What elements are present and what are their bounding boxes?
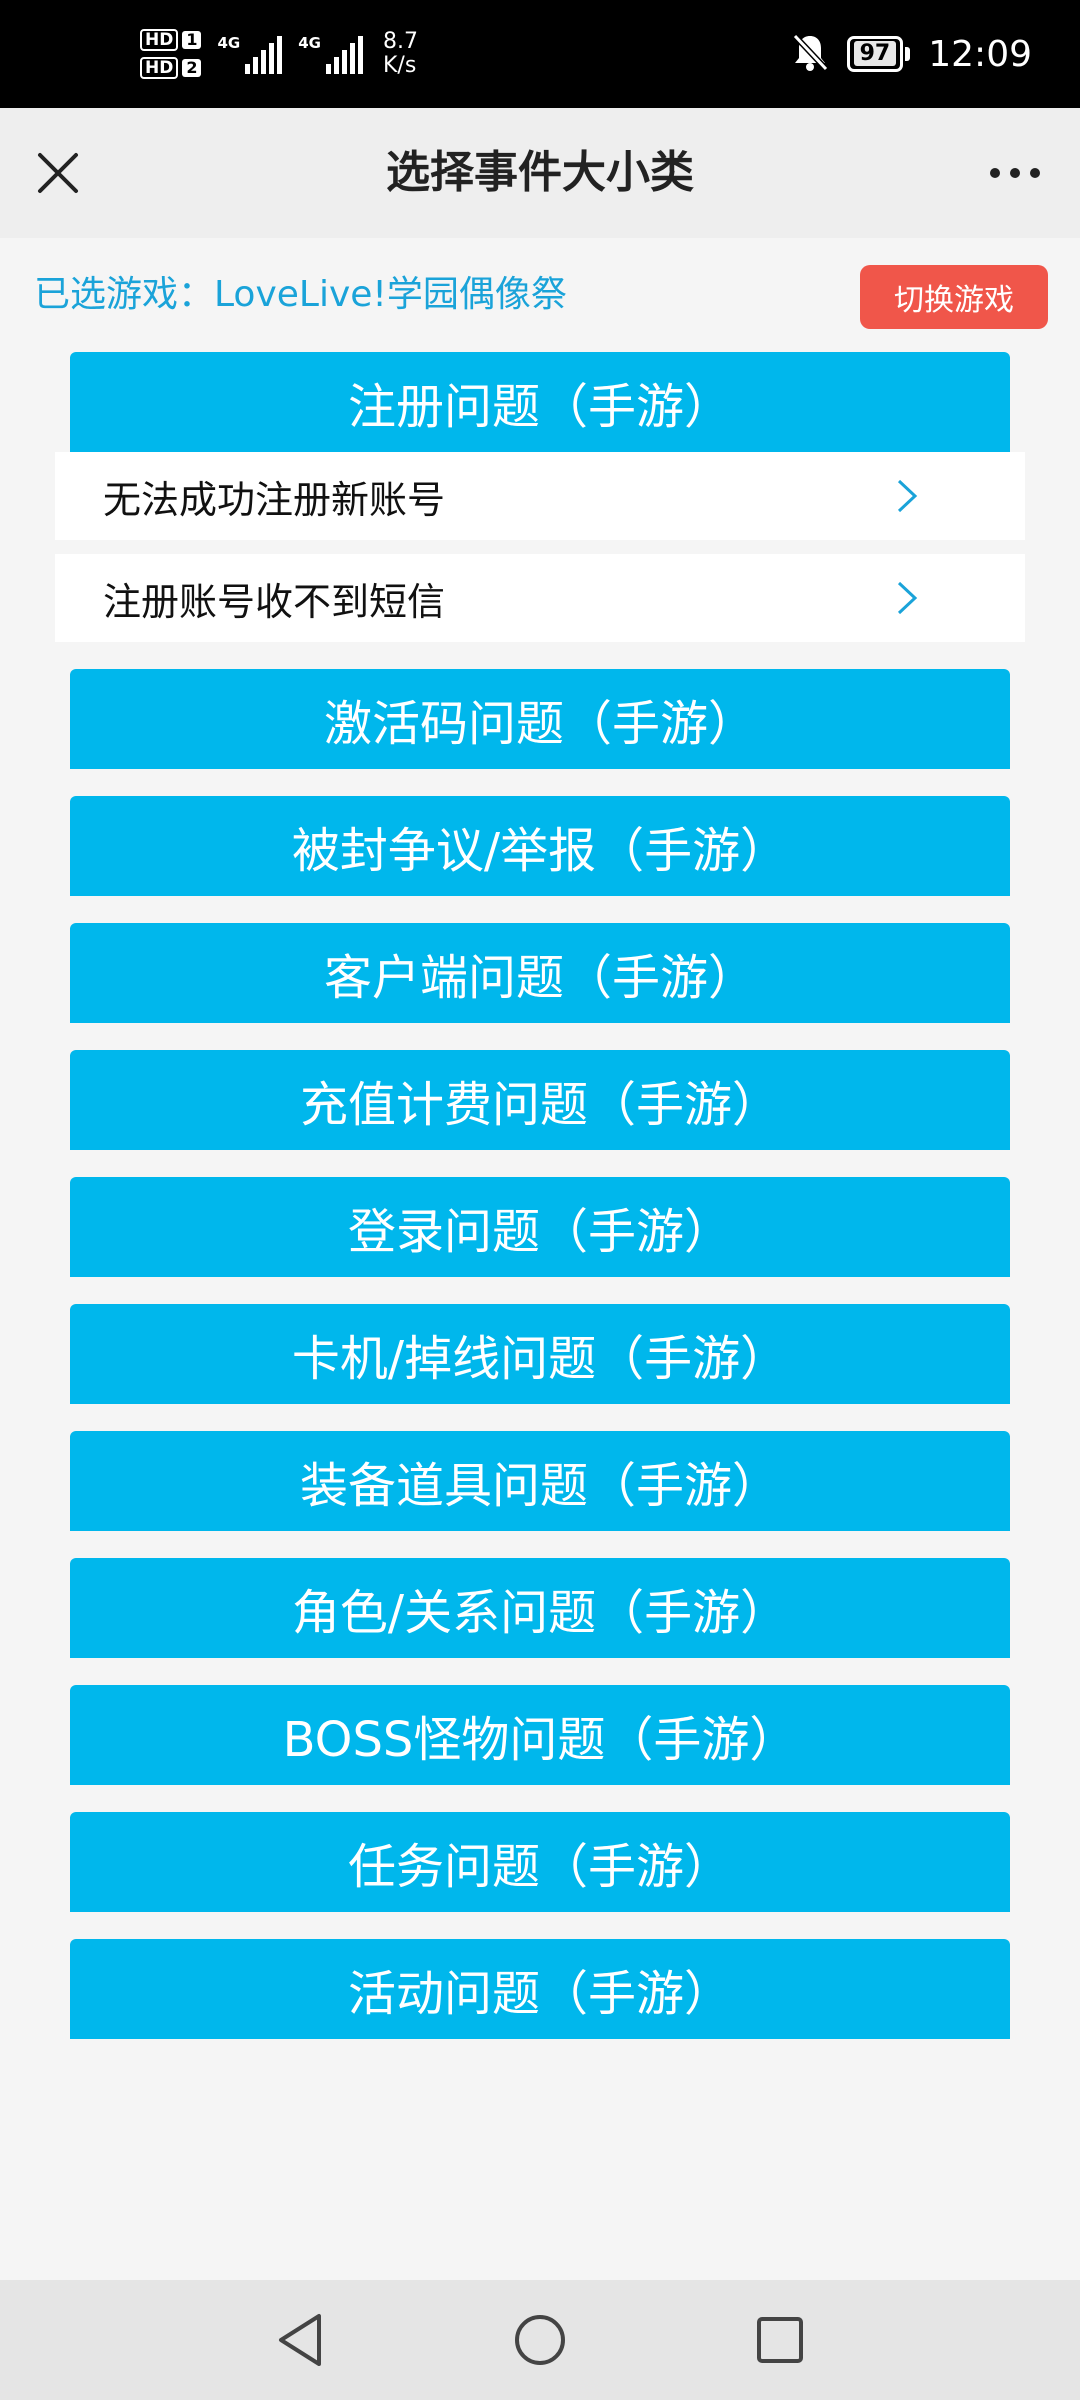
switch-game-button[interactable]: 切换游戏	[860, 265, 1048, 329]
category-boss-monster[interactable]: BOSS怪物问题（手游）	[70, 1685, 1010, 1785]
signal-bar	[333, 57, 339, 74]
signal-bar	[357, 36, 363, 74]
category-client[interactable]: 客户端问题（手游）	[70, 923, 1010, 1023]
status-left: HD 1 HD 2 4G 4G 8.7 K/s	[140, 0, 418, 108]
back-triangle-icon	[279, 2314, 321, 2366]
more-dots-icon	[1010, 168, 1020, 178]
subcategory-label: 无法成功注册新账号	[103, 477, 446, 522]
sim-indicators: HD 1 HD 2	[140, 29, 202, 79]
home-button[interactable]	[510, 2310, 570, 2370]
battery-level: 97	[853, 41, 897, 66]
network-type-2: 4G	[298, 34, 321, 52]
signal-bar	[325, 64, 331, 74]
status-bar: HD 1 HD 2 4G 4G 8.7 K/s 97 12:09	[0, 0, 1080, 108]
network-speed: 8.7 K/s	[383, 30, 418, 78]
sim1-number: 1	[182, 31, 202, 49]
signal-bar	[349, 43, 355, 74]
recents-square-icon	[757, 2317, 803, 2363]
sim2-indicator: HD 2	[140, 57, 202, 79]
title-bar: 选择事件大小类	[0, 108, 1080, 238]
hd-badge: HD	[140, 29, 179, 51]
chevron-right-icon	[897, 479, 918, 513]
network-type-1: 4G	[217, 34, 241, 52]
subcategory-item[interactable]: 无法成功注册新账号	[55, 452, 1025, 540]
category-quest[interactable]: 任务问题（手游）	[70, 1812, 1010, 1912]
speed-value: 8.7	[382, 29, 418, 54]
category-login[interactable]: 登录问题（手游）	[70, 1177, 1010, 1277]
subcategory-item[interactable]: 注册账号收不到短信	[55, 554, 1025, 642]
more-dots-icon	[1030, 168, 1040, 178]
mute-bell-icon	[791, 32, 829, 76]
category-equipment-items[interactable]: 装备道具问题（手游）	[70, 1431, 1010, 1531]
category-event[interactable]: 活动问题（手游）	[70, 1939, 1010, 2039]
signal-strength-icon: 4G	[217, 34, 283, 74]
signal-strength-icon: 4G	[298, 34, 363, 74]
page-title: 选择事件大小类	[386, 147, 694, 198]
close-icon	[38, 153, 78, 193]
category-payment[interactable]: 充值计费问题（手游）	[70, 1050, 1010, 1150]
selected-game-label: 已选游戏：LoveLive!学园偶像祭	[34, 274, 567, 315]
signal-bar	[341, 50, 347, 74]
signal-bar	[269, 43, 275, 74]
signal-bar	[253, 57, 259, 74]
back-button[interactable]	[270, 2310, 330, 2370]
system-nav-bar	[0, 2280, 1080, 2400]
category-character-relation[interactable]: 角色/关系问题（手游）	[70, 1558, 1010, 1658]
close-button[interactable]	[30, 145, 86, 201]
subcategory-label: 注册账号收不到短信	[103, 579, 446, 624]
clock: 12:09	[928, 33, 1032, 75]
status-right: 97 12:09	[791, 0, 1032, 108]
speed-unit: K/s	[382, 53, 417, 78]
chevron-right-icon	[897, 581, 918, 615]
signal-bar	[277, 36, 283, 74]
more-button[interactable]	[980, 145, 1050, 201]
category-freeze-disconnect[interactable]: 卡机/掉线问题（手游）	[70, 1304, 1010, 1404]
home-circle-icon	[515, 2315, 565, 2365]
more-dots-icon	[990, 168, 1000, 178]
category-list: 注册问题（手游） 无法成功注册新账号 注册账号收不到短信 激活码问题（手游） 被…	[0, 352, 1080, 2066]
battery-body: 97	[846, 36, 904, 72]
battery-icon: 97	[846, 36, 911, 72]
category-activation-code[interactable]: 激活码问题（手游）	[70, 669, 1010, 769]
sim2-number: 2	[182, 59, 202, 77]
category-ban-report[interactable]: 被封争议/举报（手游）	[70, 796, 1010, 896]
hd-badge: HD	[140, 57, 179, 79]
category-registration[interactable]: 注册问题（手游）	[70, 352, 1010, 452]
signal-bar	[245, 64, 251, 74]
sim1-indicator: HD 1	[140, 29, 202, 51]
battery-tip	[905, 47, 911, 61]
signal-bar	[261, 50, 267, 74]
recents-button[interactable]	[750, 2310, 810, 2370]
